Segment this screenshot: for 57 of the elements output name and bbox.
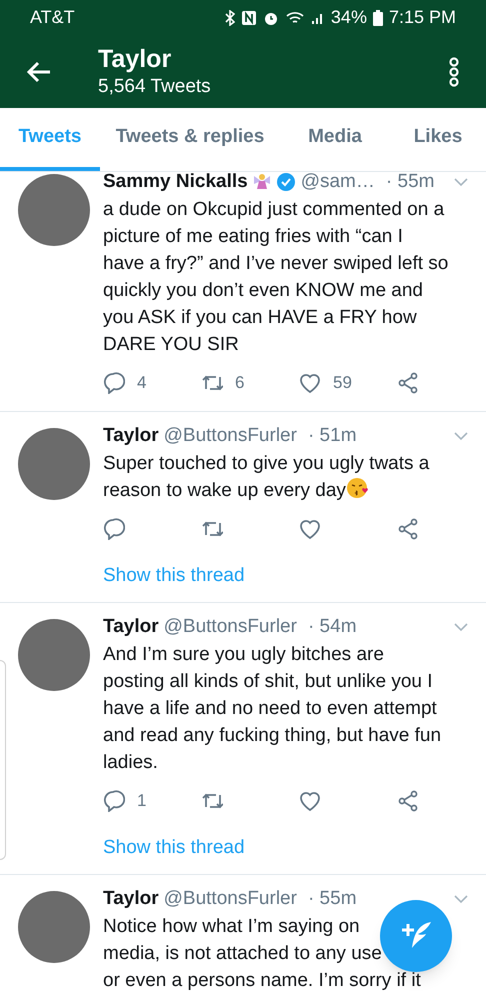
author-name[interactable]: Taylor [103, 615, 159, 639]
tweet-text-line: Super touched to give you ugly twats a [103, 452, 430, 476]
show-thread-link[interactable]: Show this thread [103, 836, 245, 860]
heart-icon[interactable] [299, 790, 321, 812]
tweet-text-line: have a fry?” and I’ve never swiped left so [103, 252, 448, 276]
tweet-text-line: picture of me eating fries with “can I [103, 225, 403, 249]
tweet-text-line: have a life and no need to even attempt [103, 697, 437, 721]
battery-percent: 34% [330, 6, 367, 29]
show-thread-link[interactable]: Show this thread [103, 564, 245, 588]
tweet-text-line: posting all kinds of shit, but unlike you I [103, 670, 433, 694]
author-handle[interactable]: @sam… [300, 170, 375, 194]
profile-name: Taylor [98, 44, 172, 74]
profile-tab[interactable]: Likes [390, 108, 486, 171]
heart-icon[interactable] [299, 518, 321, 540]
reply-count: 4 [137, 372, 146, 394]
author-name[interactable]: Taylor [103, 887, 159, 911]
tweet-time: · 51m [308, 424, 357, 448]
clock-time: 7:15 PM [388, 6, 456, 29]
tweet-text-line: Notice how what I’m saying on [103, 915, 360, 939]
tweet-time: · 55m [386, 170, 434, 194]
bluetooth-icon [224, 10, 235, 26]
reply-icon[interactable] [103, 518, 125, 540]
wifi-icon [284, 10, 305, 26]
author-handle[interactable]: @ButtonsFurler [164, 887, 297, 911]
tweet-text-line: reason to wake up every day [103, 477, 368, 504]
tweet-count: 5,564 Tweets [98, 74, 211, 98]
tweet-text-line: ladies. [103, 751, 158, 775]
tweet-time: · 55m [308, 887, 357, 911]
tweet-text-line: DARE YOU SIR [103, 333, 239, 357]
reply-icon[interactable] [103, 372, 125, 394]
tweet-text-line: a dude on Okcupid just commented on a [103, 198, 444, 222]
author-handle[interactable]: @ButtonsFurler [164, 615, 297, 639]
author-name[interactable]: Taylor [103, 424, 159, 448]
share-icon[interactable] [397, 790, 419, 812]
more-options-button[interactable] [448, 56, 460, 86]
tweet-text-line: or even a persons name. I’m sorry if it [103, 969, 421, 993]
share-icon[interactable] [397, 372, 419, 394]
tweet-text-line: quickly you don’t even KNOW me and [103, 279, 423, 303]
heart-icon[interactable] [299, 372, 321, 394]
retweet-count: 6 [235, 372, 244, 394]
share-icon[interactable] [397, 518, 419, 540]
reply-icon[interactable] [103, 790, 125, 812]
nfc-icon [240, 10, 257, 26]
profile-tab[interactable]: Media [280, 108, 390, 171]
profile-tab[interactable]: Tweets [0, 108, 100, 171]
tweet-text-line: media, is not attached to any use [103, 942, 382, 966]
profile-tab[interactable]: Tweets & replies [100, 108, 280, 171]
tweet-text-line: and read any fucking thing, but have fun [103, 724, 442, 748]
tweet-text-line: And I’m sure you ugly bitches are [103, 643, 384, 667]
author-name[interactable]: Sammy Nickalls [103, 170, 248, 194]
reply-count: 1 [137, 790, 146, 812]
carrier-name: AT&T [30, 6, 75, 29]
tweet-text-line: you ASK if you can HAVE a FRY how [103, 306, 417, 330]
author-handle[interactable]: @ButtonsFurler [164, 424, 297, 448]
battery-icon [372, 10, 383, 26]
like-count: 59 [333, 372, 352, 394]
tweet-time: · 54m [308, 615, 357, 639]
